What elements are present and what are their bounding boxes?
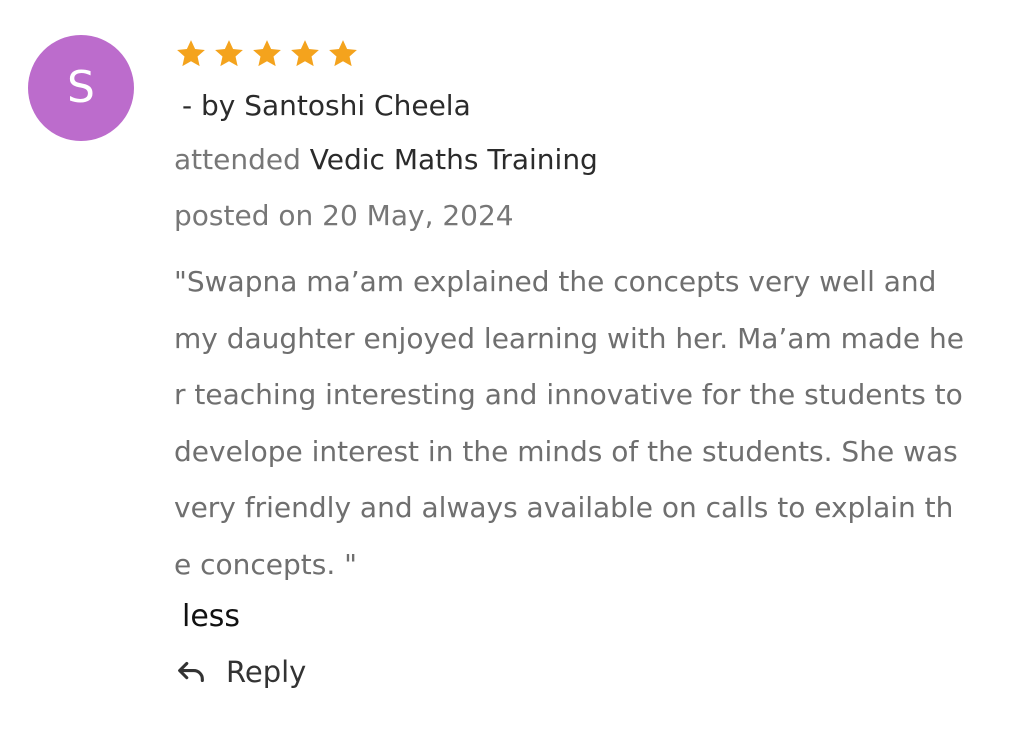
attended-course-line: attended Vedic Maths Training [174, 140, 974, 180]
star-icon [250, 37, 284, 71]
star-icon [212, 37, 246, 71]
reply-button[interactable]: Reply [174, 655, 974, 689]
review-author: - by Santoshi Cheela [182, 89, 471, 122]
course-name: Vedic Maths Training [309, 143, 598, 176]
reply-label: Reply [226, 655, 307, 689]
review-text: "Swapna ma’am explained the concepts ver… [174, 265, 964, 581]
star-icon [326, 37, 360, 71]
star-rating [174, 32, 974, 76]
avatar-initial: S [67, 62, 95, 113]
attended-prefix: attended [174, 143, 310, 176]
posted-date: posted on 20 May, 2024 [174, 199, 514, 232]
avatar: S [28, 35, 134, 141]
star-icon [174, 37, 208, 71]
reply-arrow-icon [174, 655, 208, 689]
review-card: - by Santoshi Cheela attended Vedic Math… [174, 32, 974, 689]
show-less-link[interactable]: less [182, 593, 240, 641]
star-icon [288, 37, 322, 71]
